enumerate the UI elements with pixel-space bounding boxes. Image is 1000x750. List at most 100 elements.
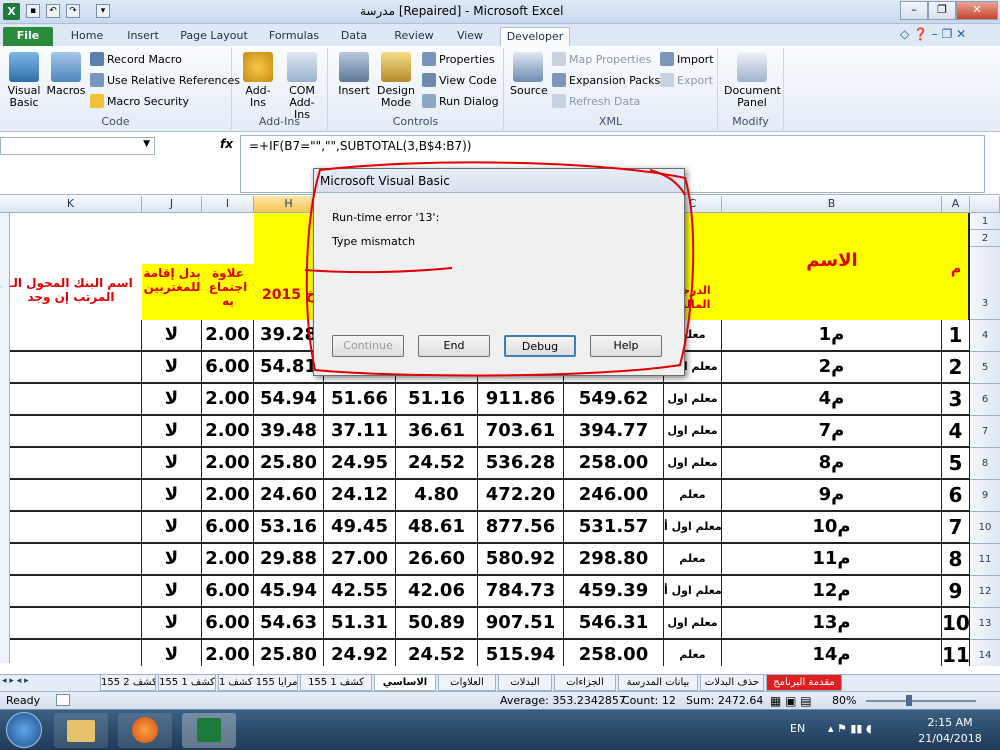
table-cell[interactable]: 39.48	[254, 416, 324, 448]
table-cell[interactable]: لا	[142, 544, 202, 576]
table-cell[interactable]: 6.00	[202, 576, 254, 608]
visual-basic-button[interactable]: Visual Basic	[4, 52, 44, 109]
table-cell[interactable]: 3	[942, 384, 970, 416]
name-box[interactable]: ▼	[0, 137, 155, 155]
source-button[interactable]: Source	[510, 52, 548, 97]
table-cell[interactable]: 911.86	[478, 384, 564, 416]
sheet-tab[interactable]: الاساسي	[374, 675, 436, 691]
table-cell[interactable]: 7	[942, 512, 970, 544]
table-cell[interactable]: 531.57	[564, 512, 664, 544]
table-cell[interactable]: 2.00	[202, 640, 254, 666]
table-cell[interactable]: م1	[722, 320, 942, 352]
insert-control-button[interactable]: Insert	[334, 52, 374, 97]
refresh-data-button[interactable]: Refresh Data	[552, 93, 640, 111]
table-cell[interactable]: 53.16	[254, 512, 324, 544]
table-cell[interactable]: 4.80	[396, 480, 478, 512]
tab-developer[interactable]: Developer	[500, 27, 570, 46]
table-cell[interactable]: 51.16	[396, 384, 478, 416]
table-cell[interactable]: 24.60	[254, 480, 324, 512]
zoom-slider[interactable]	[866, 700, 976, 702]
table-cell[interactable]: 11	[942, 640, 970, 666]
table-cell[interactable]: لا	[142, 512, 202, 544]
table-cell[interactable]	[0, 384, 142, 416]
column-header-a[interactable]: A	[942, 196, 970, 213]
export-button[interactable]: Export	[660, 72, 713, 90]
table-cell[interactable]: 24.92	[324, 640, 396, 666]
start-button[interactable]	[6, 712, 42, 748]
sheet-tab[interactable]: العلاوات	[438, 675, 496, 691]
row-header[interactable]: 4	[970, 320, 1000, 352]
table-cell[interactable]: 42.06	[396, 576, 478, 608]
table-cell[interactable]: 54.63	[254, 608, 324, 640]
table-cell[interactable]: 394.77	[564, 416, 664, 448]
table-cell[interactable]	[0, 544, 142, 576]
table-cell[interactable]: 549.62	[564, 384, 664, 416]
tab-data[interactable]: Data	[332, 27, 376, 46]
tab-formulas[interactable]: Formulas	[262, 27, 326, 46]
table-cell[interactable]: 10	[942, 608, 970, 640]
row-header[interactable]: 9	[970, 480, 1000, 512]
row-header[interactable]: 5	[970, 352, 1000, 384]
sheet-tab[interactable]: حذف البدلات	[700, 675, 764, 691]
sheet-tab[interactable]: مرايا 155 كشف 1	[218, 675, 298, 691]
tab-review[interactable]: Review	[388, 27, 440, 46]
table-cell[interactable]: 42.55	[324, 576, 396, 608]
table-cell[interactable]	[0, 512, 142, 544]
column-header-i[interactable]: I	[202, 196, 254, 213]
tab-file[interactable]: File	[3, 27, 53, 46]
table-cell[interactable]: لا	[142, 480, 202, 512]
column-header-k[interactable]: K	[0, 196, 142, 213]
tab-insert[interactable]: Insert	[118, 27, 168, 46]
table-cell[interactable]: 6.00	[202, 608, 254, 640]
table-cell[interactable]: معلم	[664, 544, 722, 576]
table-cell[interactable]	[0, 576, 142, 608]
tab-page-layout[interactable]: Page Layout	[176, 27, 252, 46]
table-cell[interactable]: 25.80	[254, 448, 324, 480]
chevron-down-icon[interactable]: ▼	[143, 139, 150, 149]
table-cell[interactable]: 2.00	[202, 448, 254, 480]
view-buttons-icon[interactable]: ▦ ▣ ▤	[770, 693, 812, 710]
table-cell[interactable]: معلم اول أ	[664, 576, 722, 608]
row-header[interactable]: 14	[970, 640, 1000, 666]
sheet-tab[interactable]: الجزاءات	[554, 675, 616, 691]
row-header[interactable]: 2	[970, 230, 1000, 247]
expansion-packs-button[interactable]: Expansion Packs	[552, 72, 660, 90]
row-header[interactable]: 12	[970, 576, 1000, 608]
properties-button[interactable]: Properties	[422, 51, 495, 69]
row-header[interactable]: 11	[970, 544, 1000, 576]
row-header[interactable]: 1	[970, 213, 1000, 230]
tray-icons[interactable]: ▴ ⚑ ▮▮ ◖	[828, 722, 872, 735]
table-cell[interactable]: م14	[722, 640, 942, 666]
table-cell[interactable]	[0, 416, 142, 448]
macro-record-icon[interactable]	[56, 694, 70, 706]
clock-date[interactable]: 21/04/2018	[912, 732, 988, 745]
close-button[interactable]: ✕	[956, 1, 998, 20]
table-cell[interactable]: 8	[942, 544, 970, 576]
table-cell[interactable]: 2.00	[202, 480, 254, 512]
table-cell[interactable]: معلم اول أ	[664, 512, 722, 544]
table-cell[interactable]: 877.56	[478, 512, 564, 544]
table-cell[interactable]: لا	[142, 416, 202, 448]
design-mode-button[interactable]: Design Mode	[374, 52, 418, 109]
table-cell[interactable]	[0, 320, 142, 352]
table-cell[interactable]: 25.80	[254, 640, 324, 666]
table-cell[interactable]	[0, 608, 142, 640]
table-cell[interactable]	[0, 448, 142, 480]
relative-references-button[interactable]: Use Relative References	[90, 72, 240, 90]
row-header[interactable]: 8	[970, 448, 1000, 480]
table-cell[interactable]: 2.00	[202, 416, 254, 448]
table-cell[interactable]: 580.92	[478, 544, 564, 576]
sheet-tab[interactable]: مقدمة البرنامج	[766, 675, 842, 691]
column-header-j[interactable]: J	[142, 196, 202, 213]
vertical-scrollbar-left[interactable]	[0, 213, 10, 663]
redo-icon[interactable]: ↷	[66, 4, 80, 18]
table-cell[interactable]: معلم	[664, 640, 722, 666]
table-cell[interactable]: 5	[942, 448, 970, 480]
table-cell[interactable]: م9	[722, 480, 942, 512]
qat-customize-icon[interactable]: ▾	[96, 4, 110, 18]
table-cell[interactable]: 50.89	[396, 608, 478, 640]
minimize-button[interactable]: –	[900, 1, 928, 20]
table-cell[interactable]: م4	[722, 384, 942, 416]
table-cell[interactable]: معلم اول	[664, 448, 722, 480]
table-cell[interactable]: 24.95	[324, 448, 396, 480]
